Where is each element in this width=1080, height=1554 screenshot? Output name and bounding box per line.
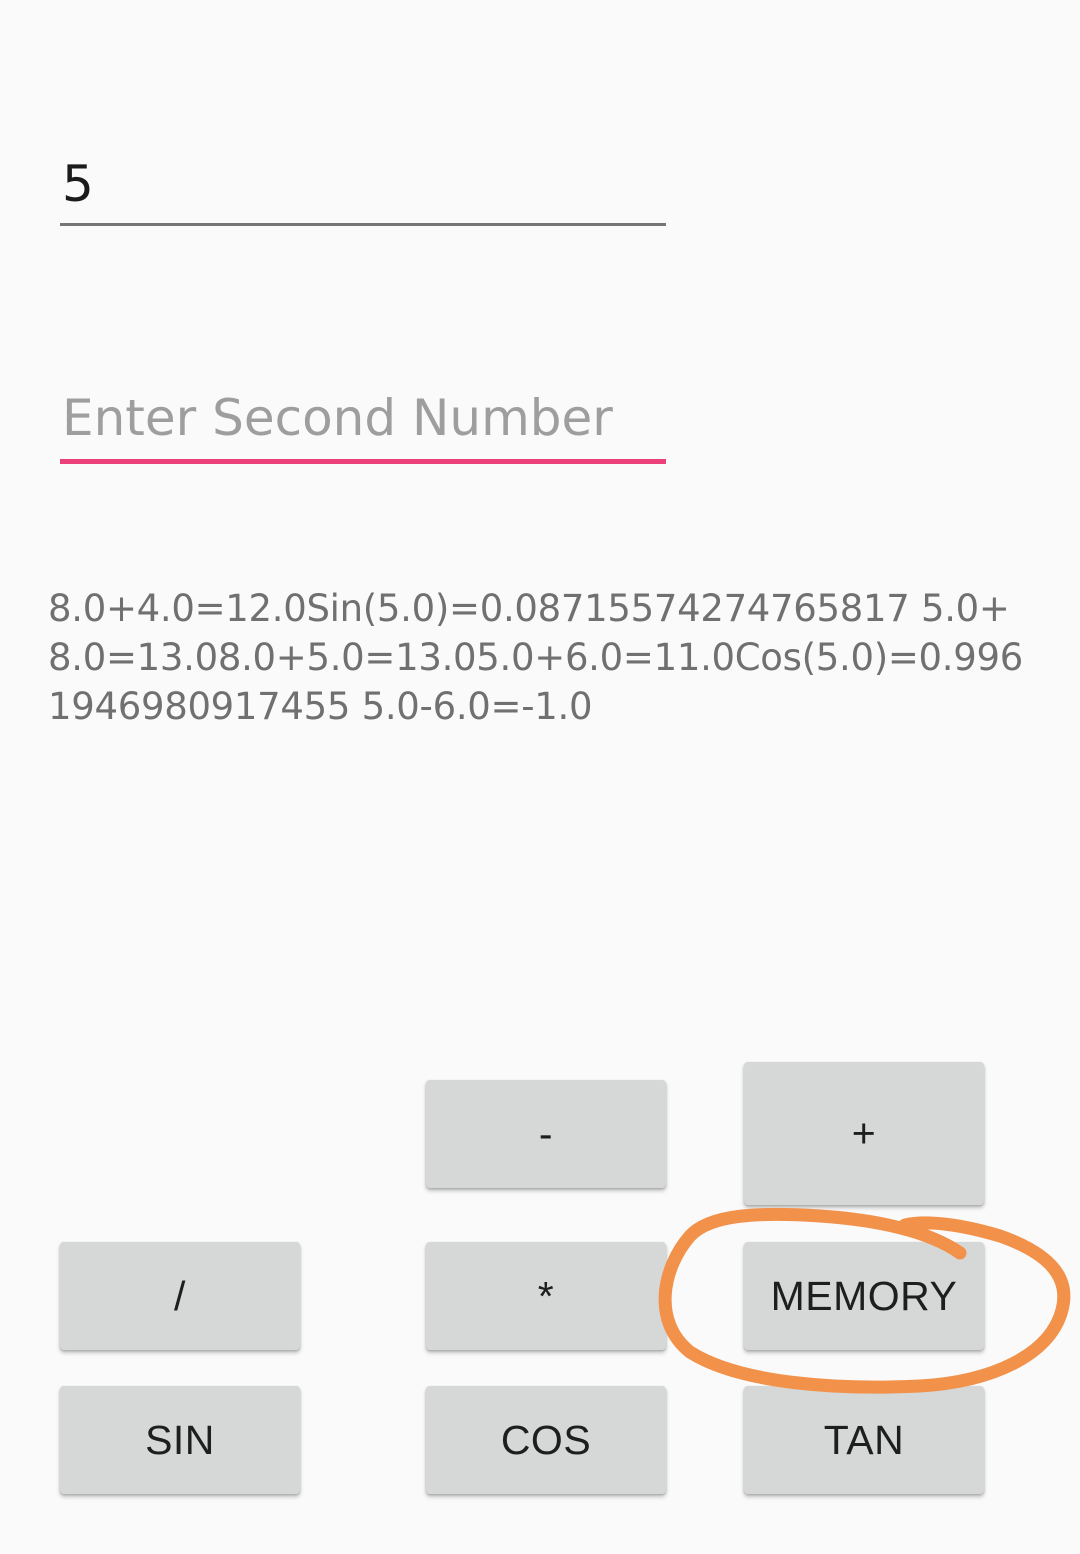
second-number-input[interactable]: Enter Second Number <box>60 388 666 464</box>
divide-button[interactable]: / <box>60 1242 300 1350</box>
subtract-button[interactable]: - <box>426 1080 666 1188</box>
memory-button[interactable]: MEMORY <box>744 1242 984 1350</box>
multiply-button[interactable]: * <box>426 1242 666 1350</box>
result-history-text: 8.0+4.0=12.0Sin(5.0)=0.08715574274765817… <box>48 587 1023 728</box>
tan-button[interactable]: TAN <box>744 1386 984 1494</box>
add-button[interactable]: + <box>744 1062 984 1205</box>
first-number-input[interactable]: 5 <box>60 154 666 226</box>
sin-button[interactable]: SIN <box>60 1386 300 1494</box>
cos-button[interactable]: COS <box>426 1386 666 1494</box>
